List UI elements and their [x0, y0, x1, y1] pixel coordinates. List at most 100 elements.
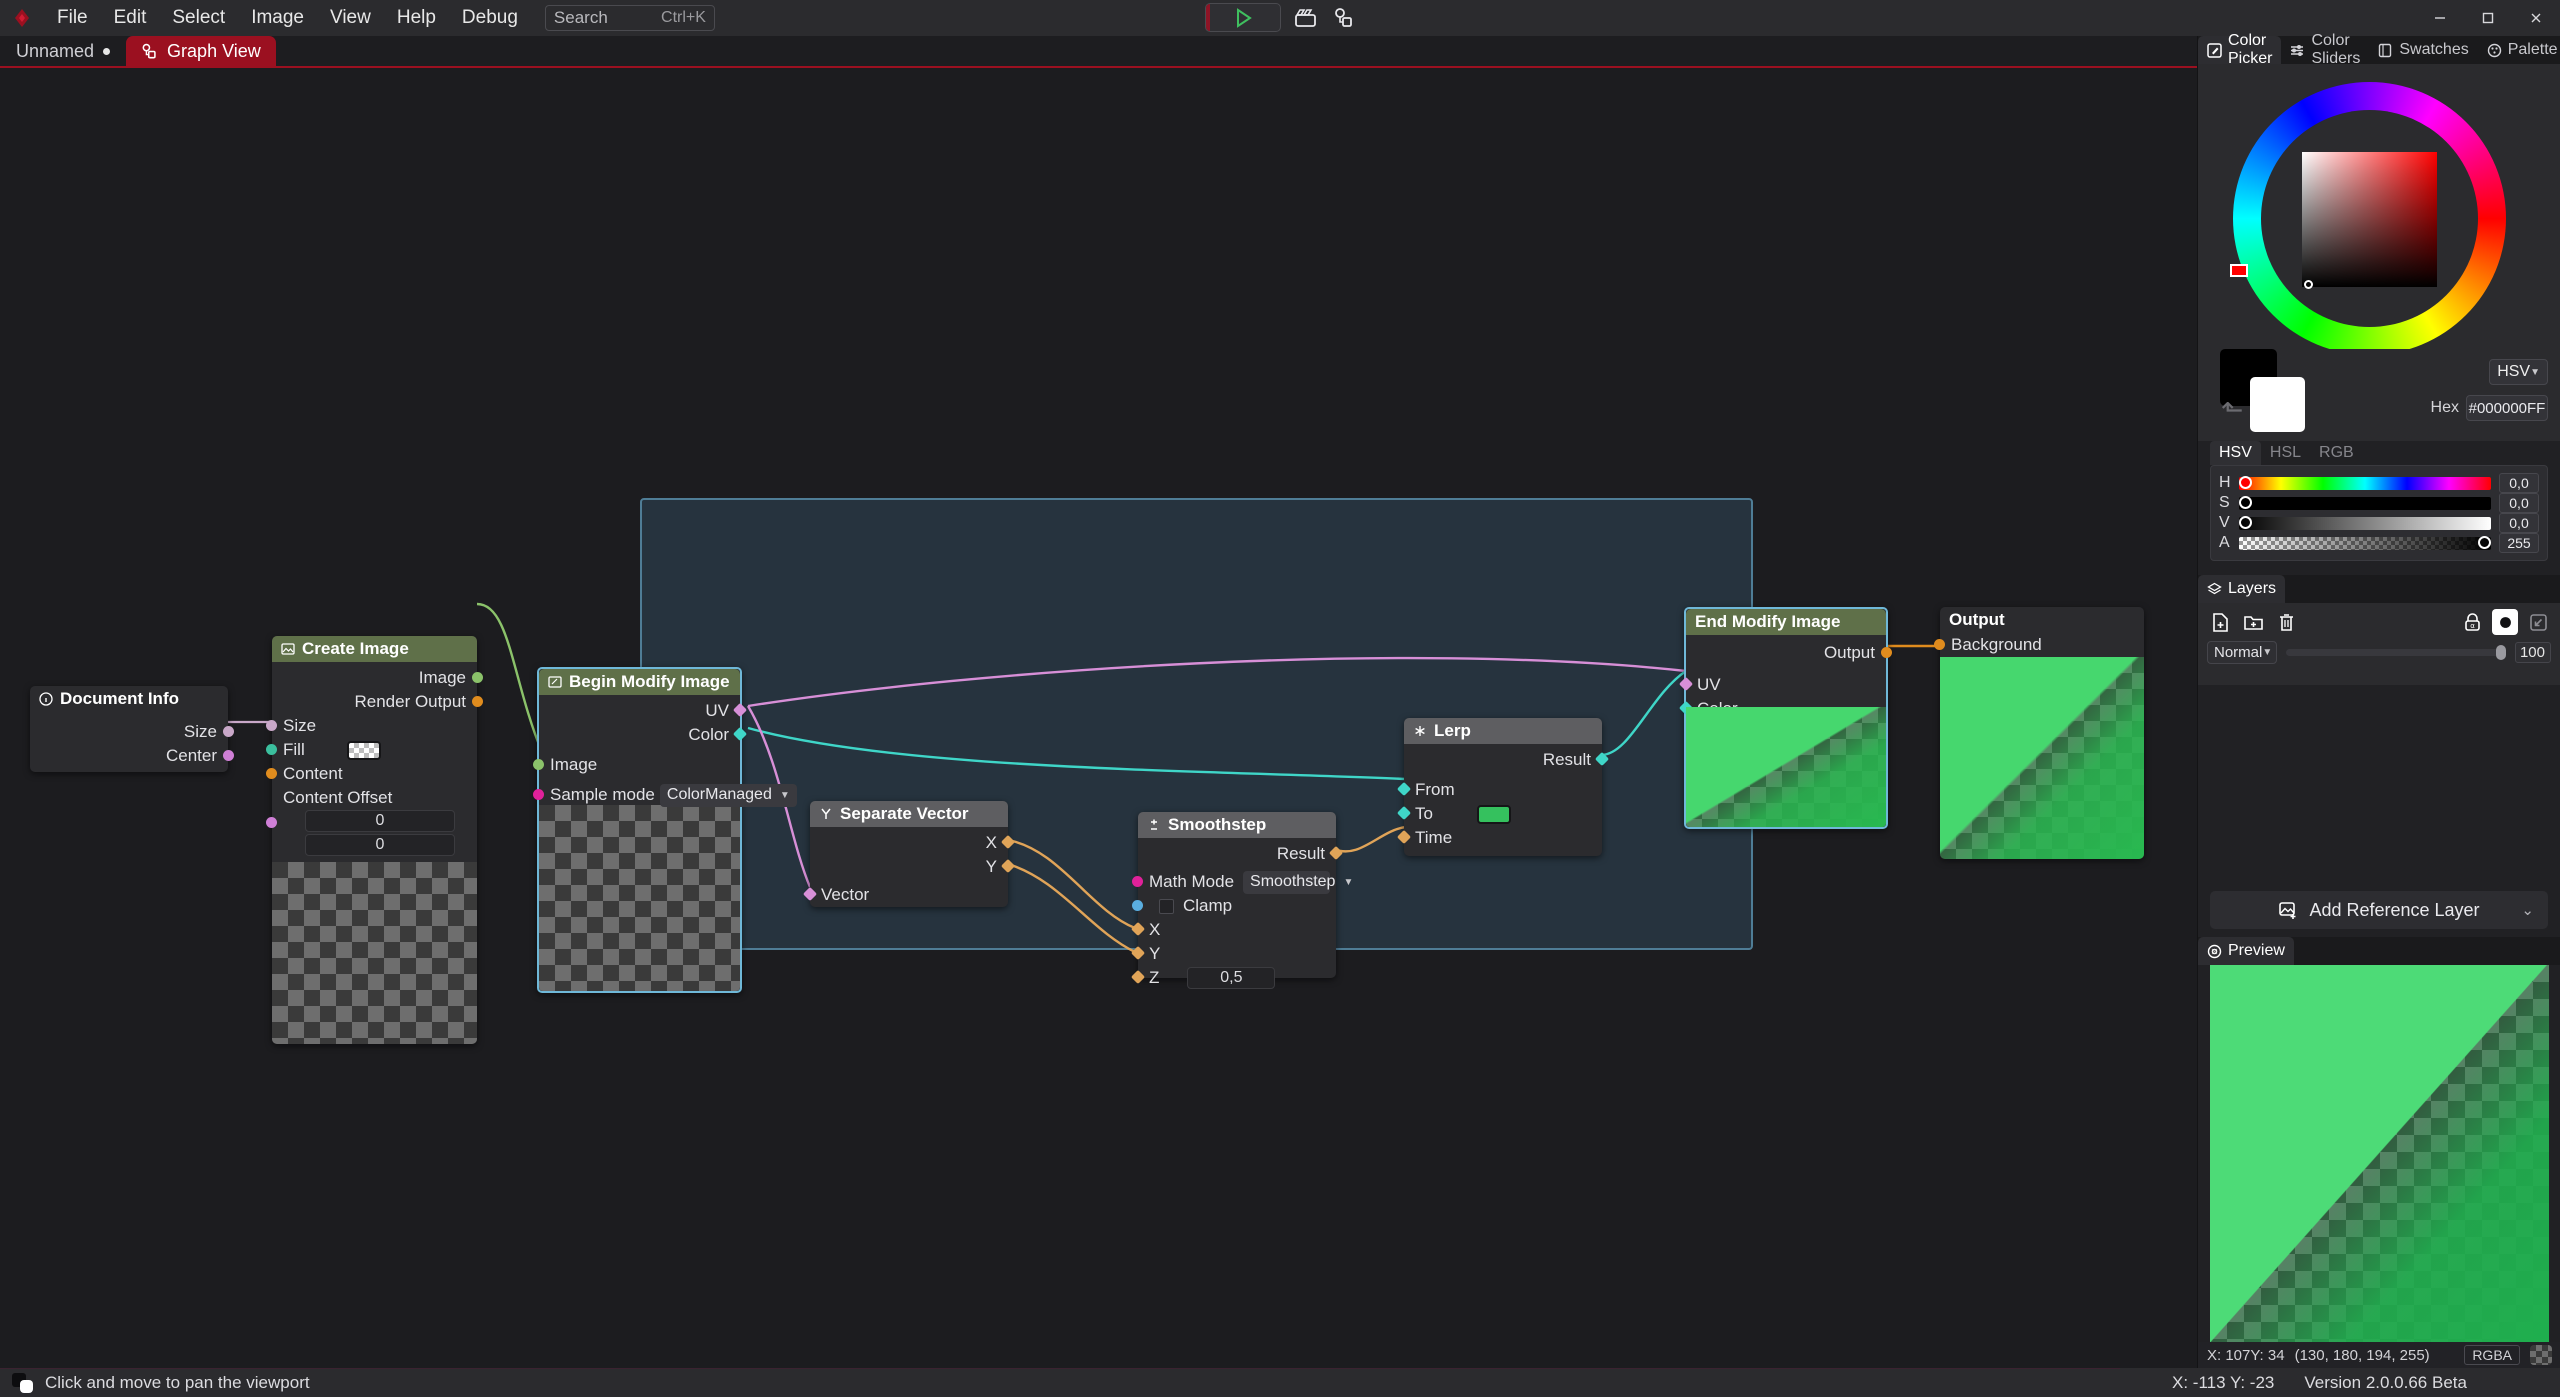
node-header: End Modify Image: [1686, 609, 1886, 635]
menu-file[interactable]: File: [44, 4, 101, 32]
clip-mask-icon[interactable]: [2492, 609, 2518, 635]
delete-layer-icon[interactable]: [2273, 609, 2299, 635]
node-output[interactable]: Output Background: [1940, 607, 2144, 859]
port-in-fill[interactable]: [266, 744, 277, 755]
tab-preview[interactable]: Preview: [2198, 937, 2294, 965]
menu-edit[interactable]: Edit: [101, 4, 160, 32]
node-end-modify-image[interactable]: End Modify Image Output UV Color: [1684, 607, 1888, 829]
model-tab-hsl[interactable]: HSL: [2261, 441, 2310, 465]
node-smoothstep[interactable]: Smoothstep Result Math Mode Smoothstep ▼: [1138, 812, 1336, 978]
menu-help[interactable]: Help: [384, 4, 449, 32]
port-in-background[interactable]: [1934, 639, 1945, 650]
create-image-preview: [272, 862, 477, 1044]
slider-value-a[interactable]: 255: [2499, 533, 2539, 553]
slider-track-saturation[interactable]: [2239, 497, 2491, 510]
slider-value-s[interactable]: 0,0: [2499, 493, 2539, 513]
image-icon: [281, 642, 295, 656]
z-value-input[interactable]: 0,5: [1187, 967, 1275, 989]
render-animation-button[interactable]: [1293, 5, 1319, 31]
blend-mode-dropdown[interactable]: Normal ▼: [2207, 641, 2277, 664]
saturation-value-marker[interactable]: [2304, 280, 2313, 289]
clamp-checkbox[interactable]: [1159, 899, 1174, 914]
layers-list[interactable]: [2198, 685, 2560, 883]
port-in-math-mode[interactable]: [1132, 876, 1143, 887]
port-in-content-offset[interactable]: [266, 817, 277, 828]
port-label-result: Result: [1543, 750, 1591, 770]
node-graph-canvas[interactable]: Document Info Size Center Create Image: [0, 70, 2197, 1368]
port-out-center[interactable]: [223, 750, 234, 761]
slider-row-s: S 0,0: [2219, 493, 2539, 513]
tab-color-sliders[interactable]: Color Sliders: [2281, 36, 2369, 64]
node-begin-modify-image[interactable]: Begin Modify Image UV Color Image Sampl: [537, 667, 742, 993]
node-separate-vector[interactable]: Separate Vector X Y Vector: [810, 801, 1008, 907]
fill-color-swatch[interactable]: [347, 741, 381, 760]
port-in-sample-mode[interactable]: [533, 789, 544, 800]
merge-down-icon[interactable]: [2525, 609, 2551, 635]
play-icon: [1232, 7, 1254, 29]
content-offset-y-input[interactable]: 0: [305, 834, 455, 856]
graph-view-button[interactable]: [1331, 5, 1357, 31]
menu-image[interactable]: Image: [238, 4, 317, 32]
port-label-output: Output: [1824, 643, 1875, 663]
new-folder-icon[interactable]: [2240, 609, 2266, 635]
swap-colors-icon[interactable]: ⬑: [2221, 395, 2244, 426]
math-mode-dropdown[interactable]: Smoothstep ▼: [1243, 871, 1330, 894]
port-in-clamp[interactable]: [1132, 900, 1143, 911]
node-lerp[interactable]: Lerp Result From To Time: [1404, 718, 1602, 856]
port-in-content[interactable]: [266, 768, 277, 779]
port-in-size[interactable]: [266, 720, 277, 731]
cursor-coords: X: 107Y: 34: [2207, 1347, 2285, 1364]
sample-mode-dropdown[interactable]: ColorManaged ▼: [660, 784, 797, 807]
port-out-render-output[interactable]: [472, 696, 483, 707]
tab-color-picker[interactable]: Color Picker: [2198, 36, 2281, 64]
menu-view[interactable]: View: [317, 4, 384, 32]
model-tab-rgb[interactable]: RGB: [2310, 441, 2363, 465]
slider-value-v[interactable]: 0,0: [2499, 513, 2539, 533]
run-button[interactable]: [1205, 3, 1281, 32]
pan-cursor-icon: [12, 1373, 34, 1393]
chevron-down-icon: ▼: [2530, 367, 2540, 378]
previous-color-swatch[interactable]: [2250, 377, 2305, 432]
saturation-value-square[interactable]: [2302, 152, 2437, 287]
tab-layers[interactable]: Layers: [2198, 575, 2285, 603]
opacity-value[interactable]: 100: [2515, 642, 2551, 663]
transparency-preview-icon[interactable]: [2530, 1345, 2552, 1365]
slider-track-value[interactable]: [2239, 517, 2491, 530]
new-layer-icon[interactable]: [2207, 609, 2233, 635]
add-reference-layer-button[interactable]: Add Reference Layer ⌄: [2210, 891, 2548, 929]
hex-input[interactable]: #000000FF: [2466, 395, 2548, 421]
menu-select[interactable]: Select: [159, 4, 238, 32]
model-tab-hsv[interactable]: HSV: [2210, 441, 2261, 465]
tab-bar: Unnamed Graph View: [0, 36, 2197, 68]
menu-debug[interactable]: Debug: [449, 4, 531, 32]
close-button[interactable]: [2512, 0, 2560, 36]
hue-marker[interactable]: [2230, 264, 2248, 277]
port-out-image[interactable]: [472, 672, 483, 683]
port-in-image[interactable]: [533, 759, 544, 770]
port-out-size[interactable]: [223, 726, 234, 737]
slider-track-alpha[interactable]: [2239, 537, 2491, 550]
minimize-button[interactable]: [2416, 0, 2464, 36]
maximize-button[interactable]: [2464, 0, 2512, 36]
tab-graph-view[interactable]: Graph View: [126, 36, 276, 66]
tab-document-unnamed[interactable]: Unnamed: [0, 36, 126, 66]
slider-label-s: S: [2219, 494, 2231, 512]
port-out-output[interactable]: [1881, 647, 1892, 658]
color-space-dropdown[interactable]: HSV ▼: [2489, 359, 2548, 385]
chevron-down-icon[interactable]: ⌄: [2521, 901, 2534, 919]
alpha-lock-icon[interactable]: α: [2459, 609, 2485, 635]
port-label-from: From: [1415, 780, 1455, 800]
port-in-z[interactable]: [1131, 970, 1145, 984]
slider-value-h[interactable]: 0,0: [2499, 473, 2539, 493]
opacity-slider[interactable]: [2286, 649, 2506, 656]
channel-mode-badge[interactable]: RGBA: [2464, 1345, 2520, 1365]
node-create-image[interactable]: Create Image Image Render Output Size F: [272, 636, 477, 1044]
slider-track-hue[interactable]: [2239, 477, 2491, 490]
search-input[interactable]: Search Ctrl+K: [545, 5, 715, 31]
tab-palette[interactable]: Palette: [2478, 36, 2560, 64]
node-document-info[interactable]: Document Info Size Center: [30, 686, 228, 772]
tab-swatches[interactable]: Swatches: [2369, 36, 2477, 64]
to-color-swatch[interactable]: [1477, 805, 1511, 824]
color-wheel-area[interactable]: [2198, 64, 2560, 349]
content-offset-x-input[interactable]: 0: [305, 810, 455, 832]
